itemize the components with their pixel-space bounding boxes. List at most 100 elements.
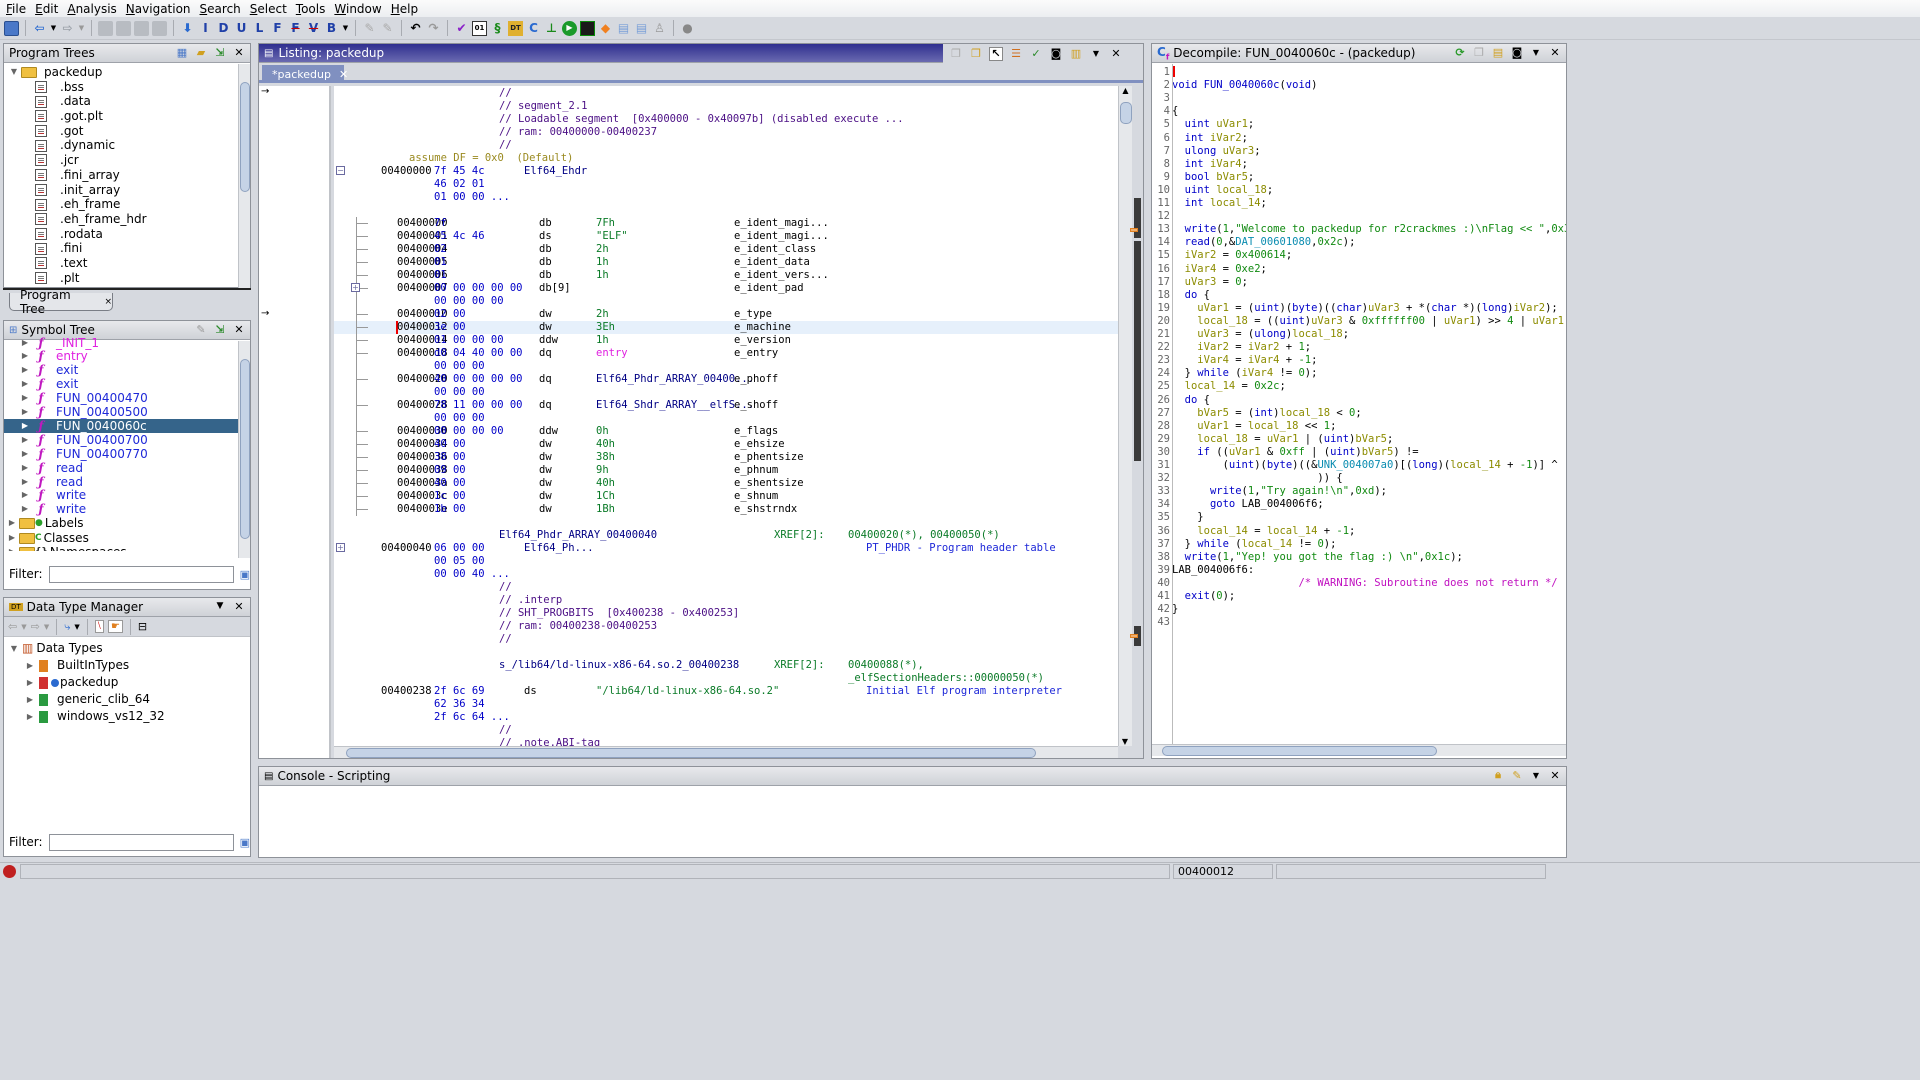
listing-row[interactable]: 00400034 40 00 dw 40h e_ehsize <box>334 438 1118 451</box>
decompile-hscrollbar[interactable] <box>1152 744 1566 756</box>
collapse-toggle-icon[interactable]: − <box>336 166 345 175</box>
code-line[interactable]: local_18 = uVar1 | (uint)bVar5; <box>1172 433 1393 446</box>
filter-arrow-icon[interactable]: ⤷ <box>64 620 70 634</box>
code-token-keyword[interactable]: char <box>1431 302 1456 314</box>
listing-row[interactable]: // <box>334 633 1118 646</box>
filter-pointers-icon[interactable]: ☛ <box>107 620 123 633</box>
code-token-function[interactable]: write <box>1185 551 1217 563</box>
expand-arrow-icon[interactable]: ▶ <box>20 363 30 378</box>
listing-row[interactable]: 00400028 78 11 00 00 00 dq Elf64_Shdr_ARRAY… <box>334 399 1118 412</box>
code-token-variable[interactable]: bVar5 <box>1197 407 1229 419</box>
code-token-variable[interactable]: iVar2 <box>1210 132 1242 144</box>
listing-row[interactable]: // Loadable segment [0x400000 - 0x40097b… <box>334 113 1118 126</box>
tree-item-section[interactable]: .got <box>9 124 250 139</box>
next-selection-icon[interactable]: ✎ <box>380 21 395 36</box>
expand-arrow-icon[interactable]: ▶ <box>25 691 35 708</box>
code-line[interactable]: do { <box>1172 394 1210 407</box>
listing-row[interactable]: // <box>334 87 1118 100</box>
code-token-keyword[interactable]: uint <box>1254 302 1279 314</box>
menu-window[interactable]: Window <box>334 2 381 16</box>
listing-hscrollbar[interactable] <box>334 746 1118 758</box>
close-icon[interactable]: ✕ <box>232 599 246 613</box>
back-dropdown-icon[interactable]: ▼ <box>21 623 26 631</box>
listing-row[interactable]: 00400036 38 00 dw 38h e_phentsize <box>334 451 1118 464</box>
code-line[interactable]: } <box>1172 511 1203 524</box>
code-line[interactable]: bool bVar5; <box>1172 171 1255 184</box>
code-line[interactable]: local_14 = local_14 + -1; <box>1172 525 1355 538</box>
menu-select[interactable]: Select <box>250 2 287 16</box>
back-icon[interactable]: ⇦ <box>32 21 47 36</box>
code-token-keyword[interactable]: goto <box>1210 498 1235 510</box>
close-icon[interactable]: ✕ <box>232 322 246 336</box>
expand-arrow-icon[interactable]: ▶ <box>25 657 35 674</box>
code-line[interactable]: write(1,"Welcome to packedup for r2crack… <box>1172 223 1566 236</box>
code-line[interactable]: int iVar4; <box>1172 158 1248 171</box>
code-token-variable[interactable]: uVar3 <box>1368 302 1400 314</box>
down-arrow-icon[interactable]: ⬇ <box>180 21 195 36</box>
code-token-number[interactable]: 0xff <box>1280 446 1305 458</box>
expand-arrow-icon[interactable]: ▶ <box>7 531 17 546</box>
listing-row[interactable]: s_/lib64/ld-linux-x86-64.so.2_00400238 XR… <box>334 659 1118 672</box>
code-token-string[interactable]: "Try again!\n" <box>1261 485 1350 497</box>
tree-item-section[interactable]: .dynamic <box>9 138 250 153</box>
code-token-function[interactable]: read <box>1185 236 1210 248</box>
expand-arrow-icon[interactable]: ▶ <box>20 447 30 462</box>
listing-row[interactable]: 00400010 02 00 dw 2h e_type <box>334 308 1118 321</box>
listing-row[interactable]: 00400018 d0 04 40 00 00 dq entry e_entry <box>334 347 1118 360</box>
code-line[interactable]: write(1,"Try again!\n",0xd); <box>1172 485 1387 498</box>
listing-row[interactable]: _elfSectionHeaders::00000050(*) <box>334 672 1118 685</box>
listing-row[interactable]: 00400020 40 00 00 00 00 dq Elf64_Phdr_ARRAY… <box>334 373 1118 386</box>
close-icon[interactable]: ✕ <box>1109 47 1123 61</box>
dropdown-icon[interactable]: ▼ <box>1529 45 1543 59</box>
code-token-number[interactable]: -1 <box>1298 354 1311 366</box>
code-line[interactable]: uVar3 = 0; <box>1172 276 1248 289</box>
diamond-icon[interactable]: ◆ <box>598 21 613 36</box>
listing-row[interactable]: // <box>334 581 1118 594</box>
code-token-variable[interactable]: iVar4 <box>1242 367 1274 379</box>
lock-icon[interactable]: 🔒︎ <box>1491 768 1505 782</box>
expand-arrow-icon[interactable]: ▶ <box>20 391 30 406</box>
code-token-function[interactable]: write <box>1185 223 1217 235</box>
listing-row[interactable]: +00400040 06 00 00 Elf64_Ph... PT_PHDR - Pr… <box>334 542 1118 555</box>
listing-row[interactable]: 00 00 00 <box>334 412 1118 425</box>
code-token-variable[interactable]: local_14 <box>1267 525 1318 537</box>
code-token-keyword[interactable]: do <box>1185 394 1198 406</box>
listing-row[interactable]: 00400006 01 db 1h e_ident_vers... <box>334 269 1118 282</box>
expand-arrow-icon[interactable]: ▶ <box>20 488 30 503</box>
expand-arrow-icon[interactable]: ▶ <box>20 461 30 476</box>
expand-arrow-icon[interactable]: ▶ <box>7 545 17 551</box>
code-token-variable[interactable]: uVar1 <box>1216 118 1248 130</box>
nav-bookmark-icon[interactable]: B <box>324 21 339 36</box>
listing-row[interactable]: Elf64_Phdr_ARRAY_00400040 XREF[2]: 0040002… <box>334 529 1118 542</box>
code-token-keyword[interactable]: while <box>1197 538 1229 550</box>
nav-undefined-icon[interactable]: U <box>234 21 249 36</box>
code-token-keyword[interactable]: while <box>1197 367 1229 379</box>
close-tab-icon[interactable]: ✕ <box>339 68 348 81</box>
code-token-number[interactable]: 0 <box>1216 590 1222 602</box>
code-token-number[interactable]: -1 <box>1520 459 1533 471</box>
nav-non-function-icon[interactable]: F <box>288 21 303 36</box>
code-token-variable[interactable]: bVar5 <box>1216 171 1248 183</box>
code-line[interactable]: iVar2 = iVar2 + 1; <box>1172 341 1311 354</box>
scrollbar-thumb[interactable] <box>346 748 1036 758</box>
nav-prev-data-icon[interactable] <box>98 20 113 36</box>
code-token-string[interactable]: "Welcome to packedup for r2crackmes :)\n… <box>1235 223 1545 235</box>
code-token-keyword[interactable]: int <box>1185 158 1204 170</box>
code-token-keyword[interactable]: uint <box>1330 446 1355 458</box>
code-line[interactable]: goto LAB_004006f6; <box>1172 498 1324 511</box>
code-token-number[interactable]: 0 <box>1216 236 1222 248</box>
listing-row[interactable] <box>334 204 1118 217</box>
code-token-keyword[interactable]: int <box>1185 197 1204 209</box>
code-line[interactable]: iVar2 = 0x400614; <box>1172 249 1292 262</box>
code-token-number[interactable]: 0xe2 <box>1235 263 1260 275</box>
symbol-tree-item[interactable]: ▶ ƒ FUN_00400770 <box>4 447 250 461</box>
listing-row[interactable]: 00400005 01 db 1h e_ident_data <box>334 256 1118 269</box>
close-tab-icon[interactable]: × <box>104 297 112 307</box>
tree-item-section[interactable]: .got.plt <box>9 109 250 124</box>
code-line[interactable]: uVar1 = (uint)(byte)((char)uVar3 + *(cha… <box>1172 302 1557 315</box>
code-line[interactable]: local_14 = 0x2c; <box>1172 380 1286 393</box>
scrollbar-thumb[interactable] <box>1162 746 1437 756</box>
code-token-number[interactable]: 0x30 <box>1551 223 1566 235</box>
prev-selection-icon[interactable]: ✎ <box>362 21 377 36</box>
tree-item-section[interactable]: .text <box>9 256 250 271</box>
